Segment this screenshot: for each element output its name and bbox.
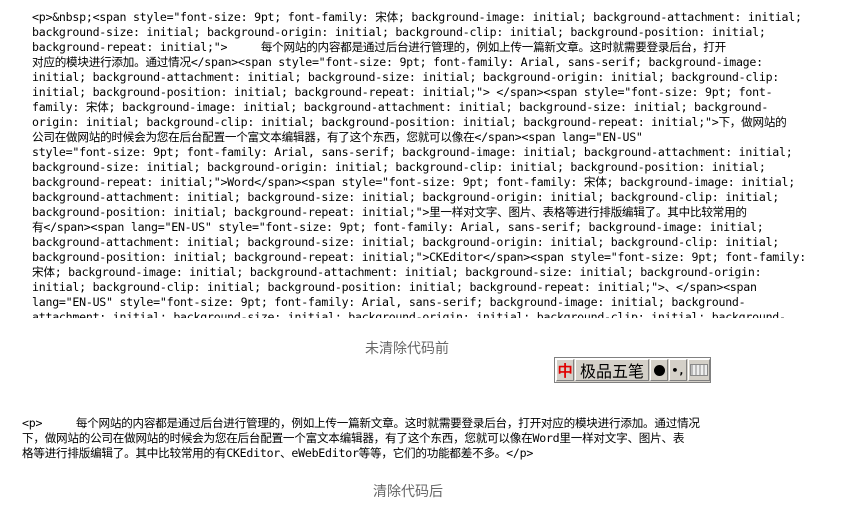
code-line: 宋体; background-image: initial; backgroun… [32, 265, 762, 279]
code-line: initial; background-position: initial; b… [32, 85, 773, 99]
code-line: background-size: initial; background-ori… [32, 160, 766, 174]
code-line: background-size: initial; background-ori… [32, 25, 766, 39]
full-width-dot-icon [653, 364, 665, 376]
ime-name-button[interactable]: 极品五笔 [575, 359, 649, 381]
full-half-width-toggle[interactable] [649, 359, 669, 381]
code-line: 对应的模块进行添加。通过情况</span><span style="font-s… [32, 55, 763, 69]
code-line: background-repeat: initial;"> 每个网站的内容都是通… [32, 40, 726, 54]
code-line: background-attachment: initial; backgrou… [32, 235, 780, 249]
code-line: initial; background-attachment: initial;… [32, 70, 780, 84]
code-line: attachment: initial; background-size: in… [32, 310, 786, 318]
code-line: lang="EN-US" style="font-size: 9pt; font… [32, 295, 746, 309]
caption-before: 未清除代码前 [365, 340, 449, 356]
code-line: origin: initial; background-clip: initia… [32, 115, 787, 129]
ime-toolbar[interactable]: 中 极品五笔 •, [554, 357, 711, 383]
punctuation-toggle[interactable]: •, [669, 359, 688, 381]
code-line: <p>&nbsp;<span style="font-size: 9pt; fo… [32, 10, 802, 24]
code-line: <p> 每个网站的内容都是通过后台进行管理的，例如上传一篇新文章。这时就需要登录… [22, 416, 700, 430]
before-code-block: <p>&nbsp;<span style="font-size: 9pt; fo… [32, 10, 812, 318]
soft-keyboard-button[interactable] [688, 359, 711, 381]
code-line: style="font-size: 9pt; font-family: Aria… [32, 145, 793, 159]
code-line: background-attachment: initial; backgrou… [32, 190, 780, 204]
code-line: 有</span><span lang="EN-US" style="font-s… [32, 220, 764, 234]
code-line: background-repeat: initial;">Word</span>… [32, 175, 795, 189]
caption-after: 清除代码后 [373, 483, 443, 499]
code-line: initial; background-clip: initial; backg… [32, 280, 757, 294]
code-line: background-position: initial; background… [32, 250, 806, 264]
ime-logo-icon[interactable]: 中 [556, 359, 575, 381]
after-code-block: <p> 每个网站的内容都是通过后台进行管理的，例如上传一篇新文章。这时就需要登录… [22, 416, 834, 461]
code-line: background-position: initial; background… [32, 205, 747, 219]
code-line: 公司在做网站的时候会为您在后台配置一个富文本编辑器，有了这个东西，您就可以像在<… [32, 130, 643, 144]
code-line: 格等进行排版编辑了。其中比较常用的有CKEditor、eWebEditor等等，… [22, 446, 534, 460]
code-line: family: 宋体; background-image: initial; b… [32, 100, 769, 114]
code-line: 下，做网站的公司在做网站的时候会为您在后台配置一个富文本编辑器，有了这个东西，您… [22, 431, 685, 445]
keyboard-icon [690, 364, 709, 376]
